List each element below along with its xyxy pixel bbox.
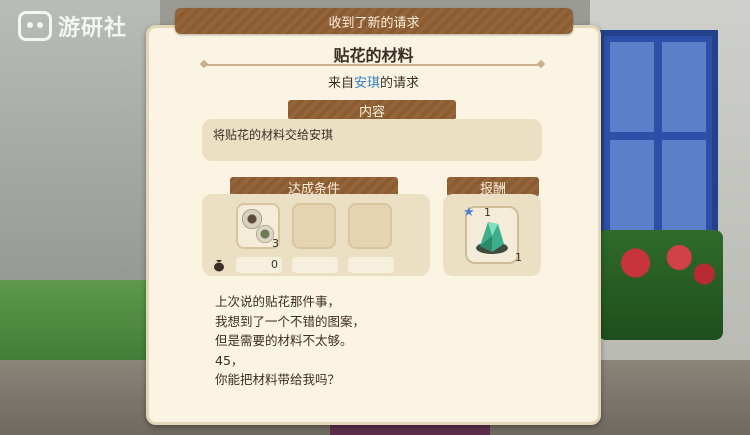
empty-item-slot-2 — [292, 203, 336, 249]
reward-badge-number: 1 — [484, 206, 491, 219]
empty-item-slot-3 — [348, 203, 392, 249]
owned-amount-slot-2 — [292, 257, 338, 273]
flower-box — [598, 230, 723, 340]
message-line: 我想到了一个不错的图案， — [215, 313, 366, 329]
owned-amount-slot-3 — [348, 257, 394, 273]
request-source: 来自安琪的请求 — [146, 72, 601, 91]
watermark-text: 游研社 — [58, 16, 128, 41]
owned-amount: 0 — [236, 257, 282, 273]
grass-patch — [0, 280, 170, 370]
message-line: 但是需要的材料不太够。 — [215, 333, 353, 348]
content-text: 将贴花的材料交给安琪 — [213, 128, 334, 142]
content-heading-label: 内容 — [358, 104, 385, 120]
money-bag-icon — [214, 260, 224, 272]
from-prefix: 来自 — [327, 76, 354, 91]
required-amount: 3 — [272, 237, 279, 250]
message-line: 上次说的贴花那件事， — [215, 294, 341, 309]
from-suffix: 的请求 — [380, 76, 420, 91]
request-title: 贴花的材料 — [333, 46, 414, 65]
watermark-logo-icon — [18, 11, 52, 41]
content-heading: 内容 — [288, 100, 456, 120]
banner-label: 收到了新的请求 — [328, 15, 420, 31]
npc-name: 安琪 — [353, 76, 380, 91]
green-crystal-icon — [476, 222, 508, 254]
message-line: 45， — [215, 352, 244, 368]
message-line: 你能把材料带给我吗？ — [215, 372, 341, 387]
title-divider — [205, 64, 540, 66]
star-icon: ★ — [463, 205, 475, 220]
new-request-banner: 收到了新的请求 — [175, 8, 573, 34]
npc-message: 上次说的贴花那件事， 我想到了一个不错的图案， 但是需要的材料不太够。 45， … — [215, 292, 365, 390]
blue-window — [598, 30, 718, 250]
reward-count: 1 — [515, 251, 522, 264]
site-watermark: 游研社 — [18, 10, 127, 42]
